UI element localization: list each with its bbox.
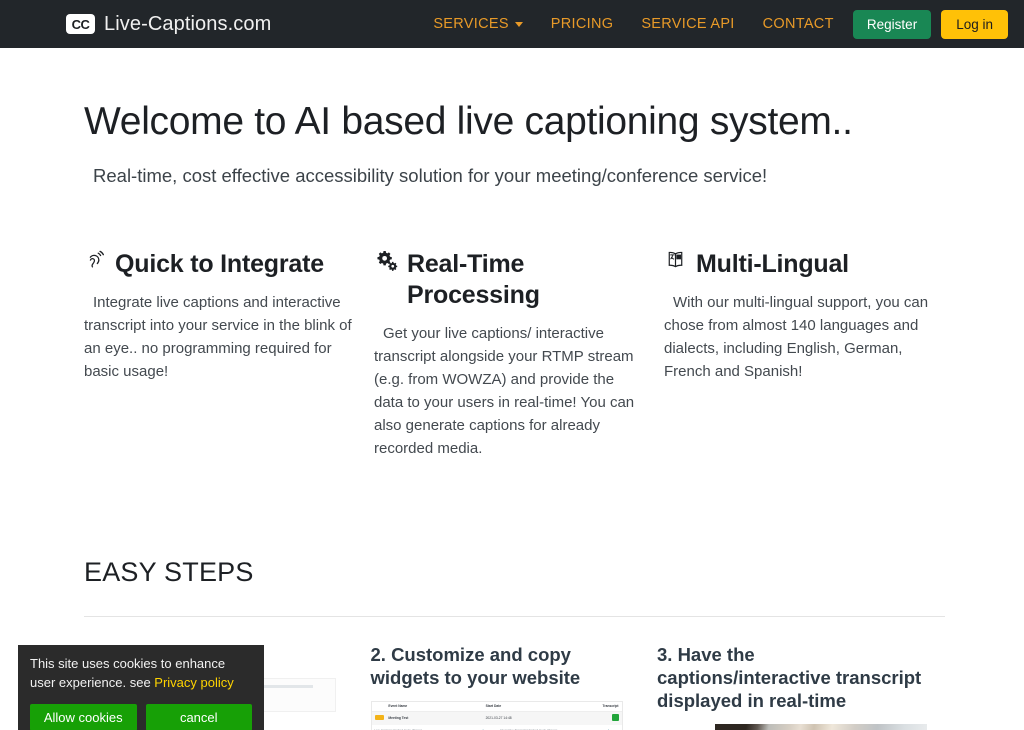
feature-body: Integrate live captions and interactive …: [84, 294, 352, 380]
feature-title: Real-Time Processing: [407, 249, 540, 310]
step-title: 3. Have the captions/interactive transcr…: [657, 643, 922, 712]
brand-logo-link[interactable]: CC Live-Captions.com: [66, 13, 271, 36]
feature-columns: Quick to Integrate Integrate live captio…: [0, 249, 1024, 461]
feature-multi-lingual: A Multi-Lingual With our multi-lingual s…: [664, 249, 954, 461]
privacy-policy-link[interactable]: Privacy policy: [154, 675, 233, 690]
ear-listening-icon: [84, 249, 106, 279]
feature-real-time-processing: Real-Time Processing Get your live capti…: [374, 249, 664, 461]
chevron-down-icon: [514, 21, 523, 27]
feature-title: Multi-Lingual: [696, 249, 849, 278]
feature-quick-to-integrate: Quick to Integrate Integrate live captio…: [84, 249, 374, 461]
nav-item-services[interactable]: SERVICES: [433, 16, 523, 32]
nav-item-contact[interactable]: CONTACT: [763, 16, 834, 32]
step-3: 3. Have the captions/interactive transcr…: [657, 643, 945, 730]
feature-heading: Quick to Integrate: [84, 249, 356, 280]
cookie-actions: Allow cookies cancel: [30, 703, 252, 730]
embed-code-controls: Live Captions Embed Code (iframe) iframe…: [372, 725, 622, 730]
cancel-cookies-button[interactable]: cancel: [145, 703, 252, 730]
page-subtitle: Real-time, cost effective accessibility …: [93, 164, 768, 186]
cell-event-name: Meeting Test: [388, 716, 409, 721]
step-title: 2. Customize and copy widgets to your we…: [370, 643, 581, 689]
nav-item-service-api-label: SERVICE API: [641, 16, 735, 32]
nav-actions: Register Log in: [852, 9, 1008, 39]
nav-item-service-api[interactable]: SERVICE API: [641, 16, 734, 32]
step-2: 2. Customize and copy widgets to your we…: [370, 643, 658, 730]
top-navigation-bar: CC Live-Captions.com SERVICES PRICING SE…: [0, 0, 1024, 48]
translate-book-icon: A: [664, 249, 687, 279]
table-header-row: Event Name Start Date Transcript: [371, 702, 622, 713]
cell-start-date: 2021-03-27 14:48: [485, 716, 512, 721]
feature-body: Get your live captions/ interactive tran…: [374, 325, 635, 458]
nav-item-contact-label: CONTACT: [762, 16, 834, 32]
feature-heading: Real-Time Processing: [374, 249, 646, 312]
svg-text:A: A: [677, 254, 680, 259]
step-3-thumbnail: [657, 724, 927, 730]
table-row: Meeting Test 2021-03-27 14:48: [371, 712, 622, 726]
live-captions-video-screenshot: [715, 724, 927, 730]
column-header-transcript: Transcript: [602, 704, 619, 709]
widgets-table-screenshot: Event Name Start Date Transcript Meeting…: [370, 701, 623, 730]
easy-steps-heading: EASY STEPS: [84, 556, 254, 587]
feature-title: Quick to Integrate: [115, 249, 324, 278]
feature-heading: A Multi-Lingual: [664, 249, 936, 280]
closed-caption-icon: CC: [66, 14, 95, 34]
register-button[interactable]: Register: [852, 9, 932, 39]
brand-name: Live-Captions.com: [104, 12, 272, 35]
column-header-start-date: Start Date: [485, 704, 502, 709]
nav-item-services-label: SERVICES: [433, 16, 509, 32]
download-transcript-icon[interactable]: [611, 714, 619, 722]
nav-item-pricing-label: PRICING: [550, 16, 614, 32]
status-badge: [374, 715, 384, 721]
step-2-thumbnail: Event Name Start Date Transcript Meeting…: [370, 701, 640, 730]
cogs-icon: [374, 249, 398, 279]
login-button[interactable]: Log in: [941, 9, 1008, 39]
feature-body: With our multi-lingual support, you can …: [664, 294, 929, 380]
section-divider: [84, 615, 945, 617]
allow-cookies-button[interactable]: Allow cookies: [30, 703, 137, 730]
column-header-event-name: Event Name: [388, 704, 408, 709]
primary-nav: SERVICES PRICING SERVICE API CONTACT: [433, 16, 833, 32]
nav-item-pricing[interactable]: PRICING: [551, 16, 614, 32]
cookie-consent-banner: This site uses cookies to enhance user e…: [18, 645, 264, 730]
cookie-message: This site uses cookies to enhance user e…: [30, 655, 252, 693]
hero-section: Welcome to AI based live captioning syst…: [0, 48, 1024, 187]
page-title: Welcome to AI based live captioning syst…: [84, 100, 853, 143]
